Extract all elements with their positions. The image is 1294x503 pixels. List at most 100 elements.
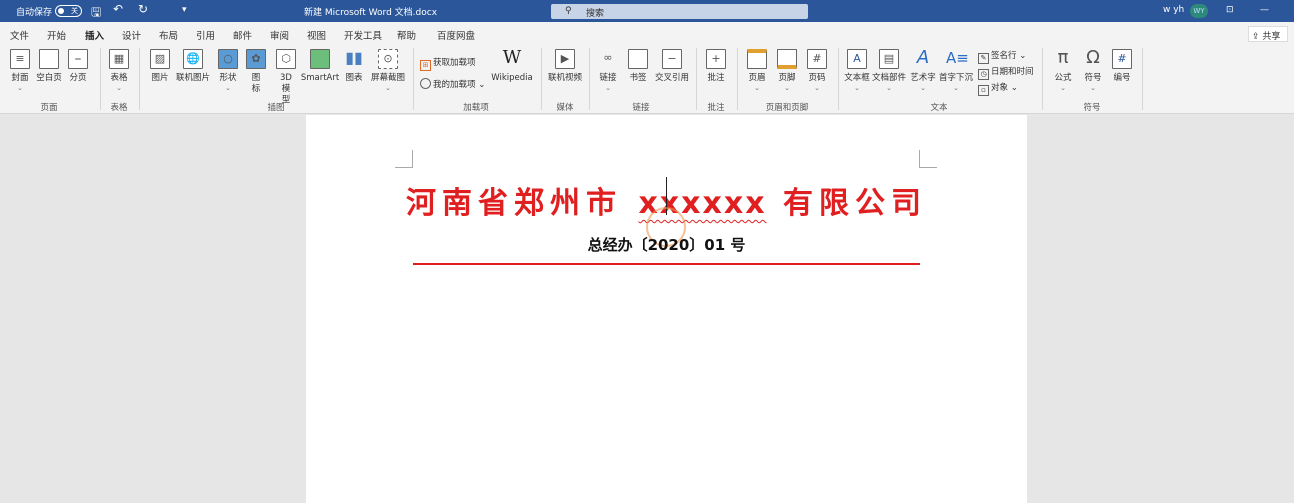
table-button[interactable]: ▦ 表格 ⌄: [102, 49, 136, 92]
online-video-icon: ▶: [555, 49, 575, 69]
tab-layout[interactable]: 布局: [159, 28, 178, 42]
search-icon: ⚲: [565, 6, 572, 16]
red-divider-line: [413, 263, 920, 265]
chart-icon: ▮▮: [345, 48, 363, 67]
wikipedia-icon: W: [502, 47, 522, 68]
tab-home[interactable]: 开始: [47, 28, 66, 42]
page-break-button[interactable]: ⎯ 分页: [61, 49, 95, 84]
blank-page-icon: [39, 49, 59, 69]
group-label-header-footer: 页眉和页脚: [765, 103, 809, 113]
icons-button[interactable]: ✿ 图标: [239, 49, 273, 95]
tab-baidu-netdisk[interactable]: 百度网盘: [437, 28, 475, 42]
store-icon: ⊞: [420, 60, 431, 71]
button-label: 日期和时间: [991, 67, 1034, 77]
header-icon: [747, 49, 767, 69]
date-time-button[interactable]: ◷ 日期和时间: [978, 65, 1034, 80]
page-number-icon: #: [807, 49, 827, 69]
comment-icon: +: [706, 49, 726, 69]
tab-mailings[interactable]: 邮件: [233, 28, 252, 42]
tab-design[interactable]: 设计: [122, 28, 141, 42]
tab-insert[interactable]: 插入: [85, 28, 105, 46]
tab-review[interactable]: 审阅: [270, 28, 289, 42]
search-box[interactable]: ⚲ 搜索: [551, 4, 808, 19]
ribbon: ≡ 封面 ⌄ 空白页 ⎯ 分页 ▦ 表格 ⌄ ▨ 图片 🌐 联机图片 ○ 形状 ⌄ ✿ 图标 ⬡ 3D…: [0, 44, 1294, 114]
tab-references[interactable]: 引用: [196, 28, 215, 42]
my-addins-button[interactable]: 我的加载项 ⌄: [420, 78, 485, 90]
ribbon-display-icon[interactable]: ⊡: [1226, 5, 1234, 15]
get-addins-button[interactable]: ⊞ 获取加载项: [420, 56, 476, 71]
document-number[interactable]: 总经办〔2020〕01 号: [306, 234, 1027, 255]
document-title[interactable]: 新建 Microsoft Word 文档.docx: [304, 5, 437, 18]
tab-developer[interactable]: 开发工具: [344, 28, 382, 42]
page-break-icon: ⎯: [68, 49, 88, 69]
document-page[interactable]: 河南省郑州市 xxxxxx 有限公司 总经办〔2020〕01 号: [306, 115, 1027, 503]
cross-reference-icon: −: [662, 49, 682, 69]
ribbon-tabs: 文件 开始 插入 设计 布局 引用 邮件 审阅 视图 开发工具 帮助 百度网盘: [0, 22, 1294, 46]
smartart-icon: [310, 49, 330, 69]
share-button[interactable]: ⇪ 共享: [1248, 26, 1288, 42]
group-label-symbols: 符号: [1083, 103, 1101, 113]
cross-reference-button[interactable]: − 交叉引用: [655, 49, 689, 84]
online-video-button[interactable]: ▶ 联机视频: [548, 49, 582, 84]
customize-toolbar-icon[interactable]: ▾: [182, 5, 187, 15]
minimize-icon[interactable]: —: [1260, 5, 1269, 15]
group-label-links: 链接: [632, 103, 650, 113]
save-icon[interactable]: 🖫: [91, 3, 101, 24]
avatar[interactable]: WY: [1190, 4, 1208, 18]
header-button[interactable]: 页眉 ⌄: [740, 49, 774, 92]
wikipedia-button[interactable]: W Wikipedia: [491, 47, 532, 84]
button-label: Wikipedia: [491, 73, 533, 83]
page-number-button[interactable]: # 页码 ⌄: [800, 49, 834, 92]
tab-view[interactable]: 视图: [307, 28, 326, 42]
redo-icon[interactable]: ↻: [138, 2, 148, 16]
bookmark-icon: [628, 49, 648, 69]
button-label: 对象: [991, 83, 1009, 93]
group-label-pages: 页面: [40, 103, 58, 113]
wordart-button[interactable]: A 艺术字 ⌄: [906, 49, 940, 93]
cover-page-icon: ≡: [10, 49, 30, 69]
button-label: 获取加载项: [433, 58, 476, 68]
quick-parts-button[interactable]: ▤ 文档部件 ⌄: [872, 49, 906, 92]
number-icon: #: [1112, 49, 1132, 69]
tab-help[interactable]: 帮助: [397, 28, 416, 42]
addins-icon: [420, 78, 431, 89]
heading-text: 有限公司: [766, 186, 927, 221]
share-icon: ⇪: [1252, 32, 1260, 42]
object-button[interactable]: ▫ 对象 ⌄: [978, 81, 1018, 96]
toggle-state: 关: [71, 7, 78, 15]
margin-corner-mark: [919, 150, 937, 168]
calendar-icon: ◷: [978, 69, 989, 80]
heading-text: 河南省郑州市: [405, 186, 639, 221]
text-box-icon: A: [847, 49, 867, 69]
button-label: 我的加载项: [433, 80, 476, 90]
quick-parts-icon: ▤: [879, 49, 899, 69]
drop-cap-button[interactable]: A≡ 首字下沉 ⌄: [939, 49, 973, 92]
signature-line-button[interactable]: ✎ 签名行 ⌄: [978, 49, 1026, 64]
link-button[interactable]: ∞ 链接 ⌄: [591, 49, 625, 92]
share-label: 共享: [1262, 32, 1281, 42]
undo-icon[interactable]: ↶: [113, 2, 123, 16]
shapes-icon: ○: [218, 49, 238, 69]
object-icon: ▫: [978, 85, 989, 96]
group-label-tables: 表格: [110, 103, 128, 113]
screenshot-button[interactable]: ⊙ 屏幕截图 ⌄: [371, 49, 405, 92]
tab-file[interactable]: 文件: [10, 28, 29, 42]
omega-icon: Ω: [1086, 47, 1100, 68]
link-icon: ∞: [603, 51, 613, 64]
equation-button[interactable]: π 公式 ⌄: [1046, 49, 1080, 93]
group-label-comments: 批注: [707, 103, 725, 113]
autosave-label: 自动保存: [16, 8, 53, 18]
table-icon: ▦: [109, 49, 129, 69]
drop-cap-icon: A≡: [946, 49, 969, 67]
text-box-button[interactable]: A 文本框 ⌄: [840, 49, 874, 92]
margin-corner-mark: [395, 150, 413, 168]
autosave-toggle[interactable]: 关: [55, 5, 82, 17]
comment-button[interactable]: + 批注: [699, 49, 733, 84]
user-name: w yh: [1163, 5, 1185, 15]
title-bar: 自动保存 关 🖫 ↶ ↻ ▾ 新建 Microsoft Word 文档.docx…: [0, 0, 1294, 22]
footer-button[interactable]: 页脚 ⌄: [770, 49, 804, 92]
numbering-button[interactable]: # 编号: [1105, 49, 1139, 84]
group-label-text: 文本: [930, 103, 948, 113]
picture-icon: ▨: [150, 49, 170, 69]
button-label: 屏幕截图: [370, 73, 405, 83]
